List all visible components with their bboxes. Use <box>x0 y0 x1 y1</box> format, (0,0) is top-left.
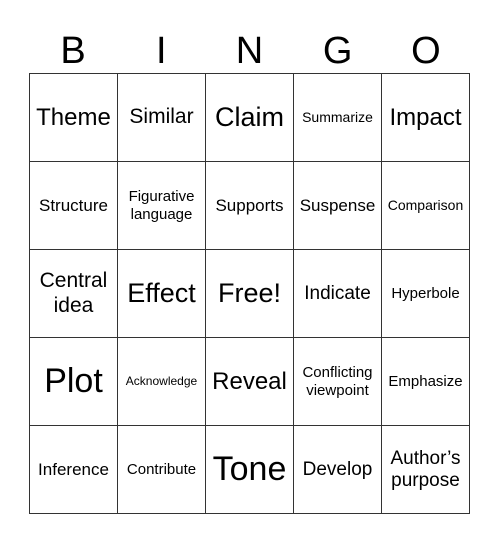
bingo-cell[interactable]: Supports <box>206 162 294 250</box>
bingo-cell[interactable]: Similar <box>118 74 206 162</box>
bingo-cell[interactable]: Indicate <box>294 250 382 338</box>
bingo-cell[interactable]: Summarize <box>294 74 382 162</box>
bingo-cell free-space[interactable]: Free! <box>206 250 294 338</box>
bingo-cell[interactable]: Tone <box>206 426 294 514</box>
bingo-cell[interactable]: Plot <box>30 338 118 426</box>
bingo-cell[interactable]: Reveal <box>206 338 294 426</box>
bingo-cell[interactable]: Effect <box>118 250 206 338</box>
bingo-cell[interactable]: Comparison <box>382 162 470 250</box>
bingo-grid: Theme Similar Claim Summarize Impact Str… <box>29 73 470 514</box>
bingo-cell[interactable]: Emphasize <box>382 338 470 426</box>
bingo-cell[interactable]: Hyperbole <box>382 250 470 338</box>
header-letter-i: I <box>156 30 167 72</box>
header-letter-o: O <box>411 30 441 72</box>
bingo-cell[interactable]: Acknowledge <box>118 338 206 426</box>
bingo-cell[interactable]: Theme <box>30 74 118 162</box>
bingo-cell[interactable]: Figurative language <box>118 162 206 250</box>
bingo-cell[interactable]: Develop <box>294 426 382 514</box>
bingo-cell[interactable]: Author’s purpose <box>382 426 470 514</box>
bingo-cell[interactable]: Contribute <box>118 426 206 514</box>
bingo-cell[interactable]: Structure <box>30 162 118 250</box>
bingo-cell[interactable]: Claim <box>206 74 294 162</box>
bingo-cell[interactable]: Central idea <box>30 250 118 338</box>
bingo-header: B I N G O <box>29 30 470 72</box>
bingo-cell[interactable]: Inference <box>30 426 118 514</box>
bingo-cell[interactable]: Impact <box>382 74 470 162</box>
bingo-cell[interactable]: Conflicting viewpoint <box>294 338 382 426</box>
header-letter-g: G <box>322 30 353 72</box>
bingo-cell[interactable]: Suspense <box>294 162 382 250</box>
header-letter-b: B <box>60 30 86 72</box>
header-letter-n: N <box>235 30 264 72</box>
